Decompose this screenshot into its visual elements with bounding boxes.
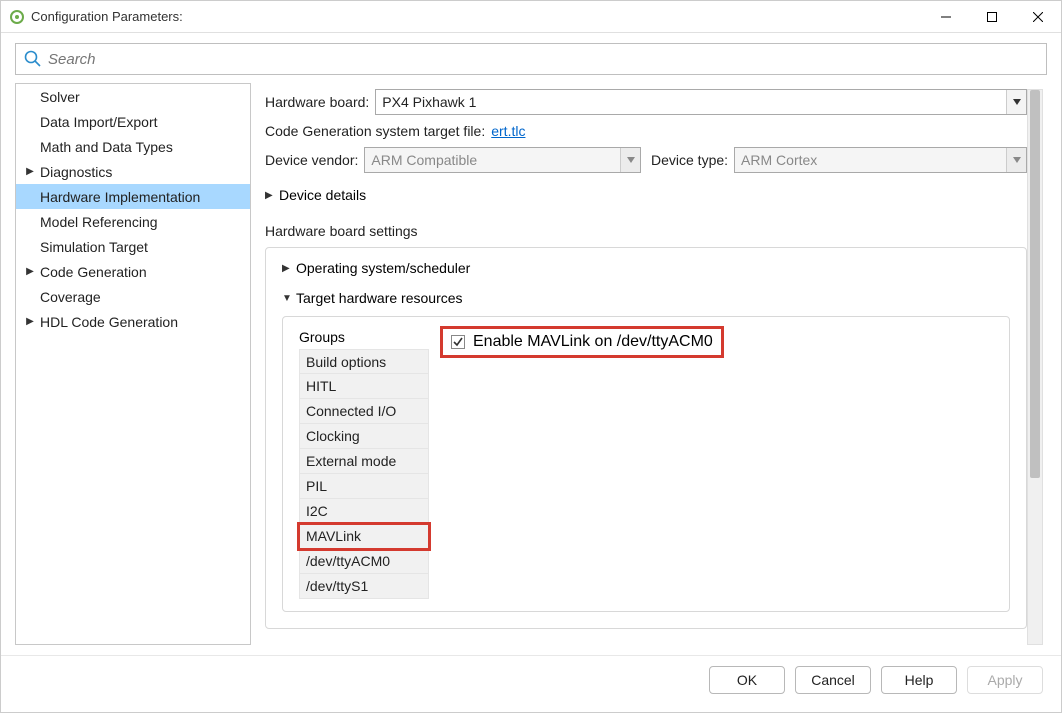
codegen-row: Code Generation system target file: ert.… <box>265 123 1027 139</box>
help-button[interactable]: Help <box>881 666 957 694</box>
sidebar-item-code-generation[interactable]: ▶ Code Generation <box>16 259 250 284</box>
sidebar-item-hdl-code-generation[interactable]: ▶ HDL Code Generation <box>16 309 250 334</box>
groups-title: Groups <box>299 329 429 345</box>
nav-sidebar: Solver Data Import/Export Math and Data Ty… <box>15 83 251 645</box>
group-detail-panel: Enable MAVLink on /dev/ttyACM0 <box>429 329 993 599</box>
group-item-clocking[interactable]: Clocking <box>299 424 429 449</box>
triangle-right-icon: ▶ <box>265 190 279 201</box>
triangle-down-icon: ▼ <box>282 293 296 304</box>
sidebar-item-label: Simulation Target <box>40 239 148 255</box>
search-bar[interactable] <box>15 43 1047 75</box>
sidebar-item-label: HDL Code Generation <box>40 314 178 330</box>
app-icon <box>9 9 25 25</box>
group-item-connected-i-o[interactable]: Connected I/O <box>299 399 429 424</box>
dialog-footer: OK Cancel Help Apply <box>1 655 1061 703</box>
hardware-board-select[interactable]: PX4 Pixhawk 1 <box>375 89 1027 115</box>
sidebar-item-coverage[interactable]: Coverage <box>16 284 250 309</box>
os-scheduler-expander[interactable]: ▶ Operating system/scheduler <box>282 260 1010 276</box>
sidebar-item-diagnostics[interactable]: ▶ Diagnostics <box>16 159 250 184</box>
sidebar-item-label: Diagnostics <box>40 164 112 180</box>
target-resources-box: Groups Build optionsHITLConnected I/OClo… <box>282 316 1010 612</box>
chevron-down-icon <box>1006 90 1026 114</box>
hardware-board-label: Hardware board: <box>265 94 369 110</box>
triangle-right-icon: ▶ <box>24 166 36 177</box>
device-type-select: ARM Cortex <box>734 147 1027 173</box>
hardware-board-row: Hardware board: PX4 Pixhawk 1 <box>265 89 1027 115</box>
content-area: Solver Data Import/Export Math and Data Ty… <box>1 83 1061 655</box>
sidebar-item-simulation-target[interactable]: Simulation Target <box>16 234 250 259</box>
chevron-down-icon <box>1006 148 1026 172</box>
group-item-external-mode[interactable]: External mode <box>299 449 429 474</box>
enable-mavlink-label: Enable MAVLink on /dev/ttyACM0 <box>473 333 713 351</box>
scrollbar-thumb[interactable] <box>1030 90 1040 478</box>
search-icon <box>24 50 42 68</box>
hw-settings-box: ▶ Operating system/scheduler ▼ Target ha… <box>265 247 1027 629</box>
group-item-i2c[interactable]: I2C <box>299 499 429 524</box>
window-title: Configuration Parameters: <box>31 9 923 24</box>
device-details-expander[interactable]: ▶ Device details <box>265 187 1027 203</box>
vertical-scrollbar[interactable] <box>1027 89 1043 645</box>
group-item-pil[interactable]: PIL <box>299 474 429 499</box>
group-item--dev-ttys1[interactable]: /dev/ttyS1 <box>299 574 429 599</box>
hardware-board-value: PX4 Pixhawk 1 <box>382 94 476 110</box>
device-vendor-select: ARM Compatible <box>364 147 641 173</box>
device-type-label: Device type: <box>651 152 728 168</box>
sidebar-item-model-referencing[interactable]: Model Referencing <box>16 209 250 234</box>
sidebar-item-math-and-data-types[interactable]: Math and Data Types <box>16 134 250 159</box>
sidebar-item-label: Model Referencing <box>40 214 158 230</box>
group-item-mavlink[interactable]: MAVLink <box>299 524 429 549</box>
codegen-link[interactable]: ert.tlc <box>491 123 525 139</box>
device-row: Device vendor: ARM Compatible Device typ… <box>265 147 1027 173</box>
device-vendor-value: ARM Compatible <box>371 152 477 168</box>
sidebar-item-label: Math and Data Types <box>40 139 173 155</box>
enable-mavlink-checkbox[interactable]: Enable MAVLink on /dev/ttyACM0 <box>443 329 721 355</box>
device-details-label: Device details <box>279 187 366 203</box>
os-scheduler-label: Operating system/scheduler <box>296 260 470 276</box>
minimize-button[interactable] <box>923 1 969 33</box>
group-item--dev-ttyacm0[interactable]: /dev/ttyACM0 <box>299 549 429 574</box>
triangle-right-icon: ▶ <box>282 263 296 274</box>
sidebar-item-label: Data Import/Export <box>40 114 158 130</box>
close-button[interactable] <box>1015 1 1061 33</box>
apply-button: Apply <box>967 666 1043 694</box>
group-item-hitl[interactable]: HITL <box>299 374 429 399</box>
sidebar-item-label: Hardware Implementation <box>40 189 200 205</box>
window-controls <box>923 1 1061 33</box>
search-bar-wrap <box>1 33 1061 83</box>
search-input[interactable] <box>48 51 1038 68</box>
sidebar-item-hardware-implementation[interactable]: Hardware Implementation <box>16 184 250 209</box>
sidebar-item-solver[interactable]: Solver <box>16 84 250 109</box>
sidebar-item-label: Coverage <box>40 289 101 305</box>
codegen-label: Code Generation system target file: <box>265 123 485 139</box>
triangle-right-icon: ▶ <box>24 266 36 277</box>
device-type-value: ARM Cortex <box>741 152 817 168</box>
maximize-button[interactable] <box>969 1 1015 33</box>
sidebar-item-data-import-export[interactable]: Data Import/Export <box>16 109 250 134</box>
target-resources-label: Target hardware resources <box>296 290 463 306</box>
device-vendor-label: Device vendor: <box>265 152 358 168</box>
main-panel: Hardware board: PX4 Pixhawk 1 Code Gener… <box>251 83 1047 645</box>
checkbox-icon <box>451 335 465 349</box>
cancel-button[interactable]: Cancel <box>795 666 871 694</box>
title-bar: Configuration Parameters: <box>1 1 1061 33</box>
sidebar-item-label: Code Generation <box>40 264 147 280</box>
ok-button[interactable]: OK <box>709 666 785 694</box>
hw-settings-title: Hardware board settings <box>265 223 1027 239</box>
target-resources-expander[interactable]: ▼ Target hardware resources <box>282 290 1010 306</box>
triangle-right-icon: ▶ <box>24 316 36 327</box>
sidebar-item-label: Solver <box>40 89 80 105</box>
group-item-build-options[interactable]: Build options <box>299 349 429 374</box>
chevron-down-icon <box>620 148 640 172</box>
groups-column: Groups Build optionsHITLConnected I/OClo… <box>299 329 429 599</box>
groups-layout: Groups Build optionsHITLConnected I/OClo… <box>299 329 993 599</box>
